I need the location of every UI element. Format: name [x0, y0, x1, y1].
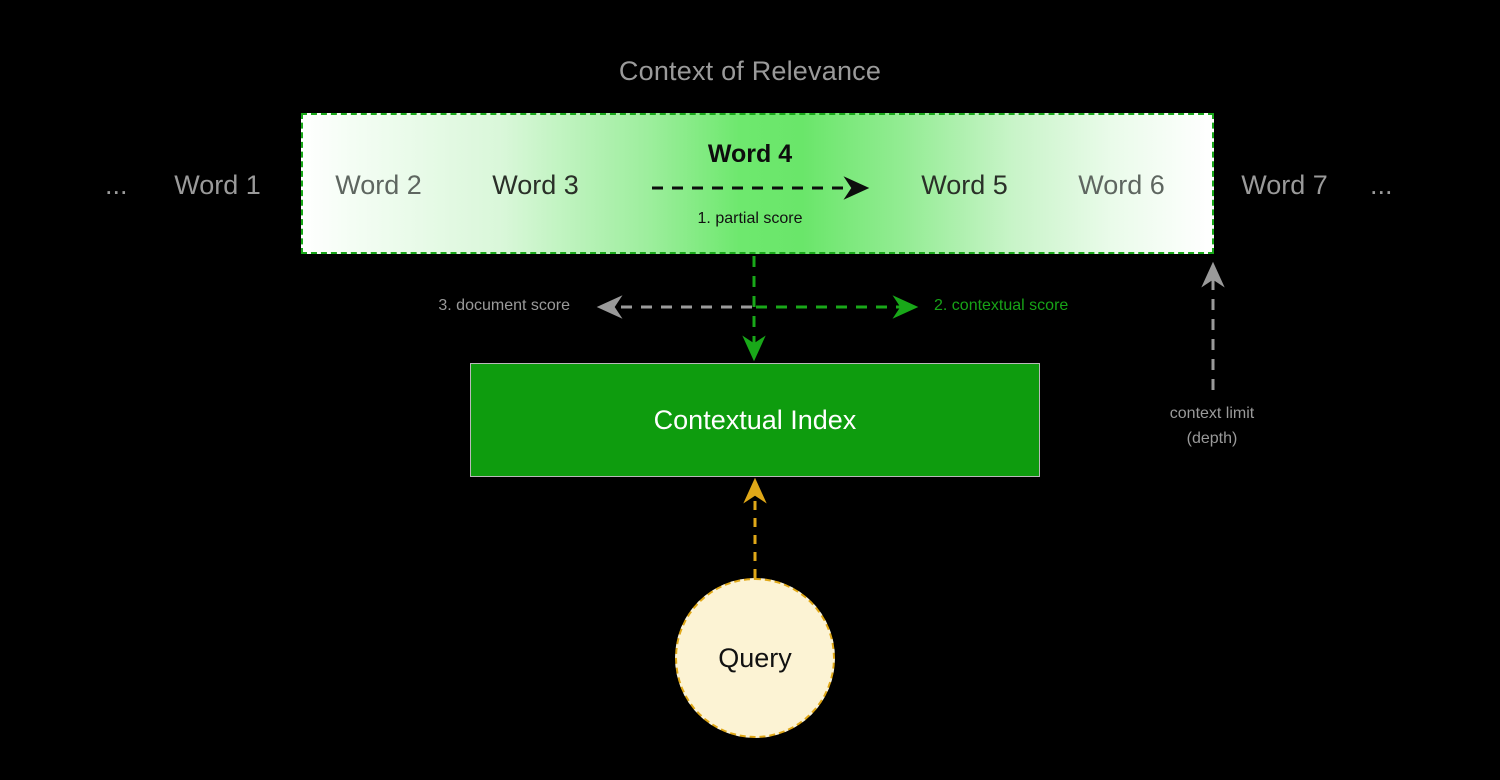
word-label-word-3: Word 3 [492, 170, 579, 200]
focus-word-label: Word 4 [707, 140, 793, 168]
context-limit-line-1: context limit [1169, 405, 1255, 422]
word-label-word-6: Word 6 [1078, 170, 1165, 200]
diagram-canvas: Context of Relevance ... Word 1 Word 2 Wor… [0, 0, 1500, 780]
page-title: Context of Relevance [618, 56, 882, 86]
document-score-label: 3. document score [438, 297, 570, 314]
word-label-word-7: Word 7 [1241, 170, 1328, 200]
word-label-word-1: Word 1 [174, 170, 261, 200]
query-node[interactable]: Query [675, 578, 835, 738]
ellipsis-left: ... [105, 170, 128, 200]
ellipsis-right: ... [1370, 170, 1393, 200]
context-limit-line-2: (depth) [1186, 429, 1238, 447]
contextual-index-node[interactable]: Contextual Index [470, 363, 1040, 477]
context-limit-annotation: context limit (depth) [1122, 402, 1302, 452]
partial-score-label: 1. partial score [697, 210, 803, 227]
query-label: Query [718, 642, 792, 673]
contextual-index-label: Contextual Index [653, 404, 857, 435]
word-label-word-2: Word 2 [335, 170, 422, 200]
word-label-word-5: Word 5 [921, 170, 1008, 200]
contextual-score-label: 2. contextual score [934, 297, 1069, 314]
